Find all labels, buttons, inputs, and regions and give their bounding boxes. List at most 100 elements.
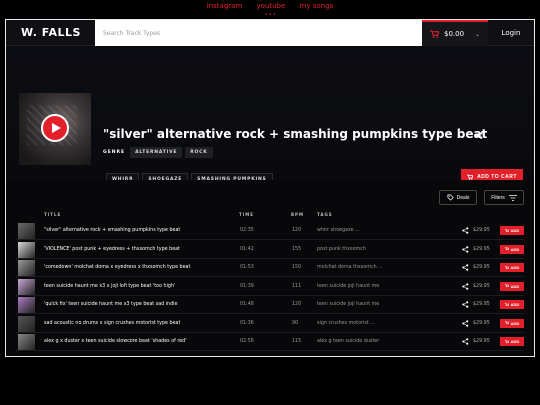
track-thumbnail[interactable]	[18, 260, 35, 276]
share-icon[interactable]	[462, 227, 469, 234]
track-row-title[interactable]: teen suicide haunt me x3 x joji lofi typ…	[44, 284, 175, 289]
youtube-link-label: youtube	[256, 2, 286, 10]
track-row-tags: sign crushes motorist ...	[317, 320, 375, 326]
table-row[interactable]: 'VIOLENCE' post punk + eyedress + thxsom…	[16, 241, 524, 259]
track-row-title[interactable]: "silver" alternative rock + smashing pum…	[44, 228, 180, 233]
login-button[interactable]: Login	[488, 20, 534, 46]
cart-icon	[504, 265, 509, 269]
logo[interactable]: W. FALLS	[21, 26, 81, 39]
track-thumbnail[interactable]	[18, 334, 35, 350]
track-row-time: 02:35	[240, 228, 254, 233]
tag-icon	[447, 194, 454, 201]
share-icon[interactable]	[462, 301, 469, 308]
share-icon[interactable]	[476, 132, 483, 139]
track-row-bpm: 155	[292, 246, 302, 252]
my-songs-link[interactable]: my songs	[300, 2, 334, 10]
track-row-price: $29.95	[473, 228, 490, 233]
col-bpm: BPM	[291, 212, 304, 217]
col-tags: TAGS	[317, 212, 333, 217]
cart-total: $0.00	[444, 30, 465, 38]
play-button[interactable]	[41, 114, 69, 142]
track-thumbnail[interactable]	[18, 278, 35, 295]
track-row-tags: teen suicide joji haunt me	[317, 302, 380, 307]
track-thumbnail[interactable]	[18, 315, 35, 332]
genre-row: GENRE ALTERNATIVE ROCK	[103, 147, 213, 158]
track-row-title[interactable]: 'VIOLENCE' post punk + eyedress + thxsom…	[44, 247, 180, 252]
track-row-title[interactable]: sad acoustic no drums x sign crushes mot…	[44, 321, 180, 326]
track-row-price: $29.95	[473, 302, 490, 307]
track-row-time: 01:39	[240, 283, 254, 289]
table-header: TITLE TIME BPM TAGS	[6, 210, 534, 220]
track-row-tags: molchat doma thxsomch ...	[317, 265, 383, 270]
cart-icon	[430, 30, 439, 38]
track-row-bpm: 115	[292, 339, 302, 344]
track-row-time: 01:53	[240, 265, 254, 270]
chevron-down-icon: ⌄	[475, 30, 481, 38]
cart-icon	[504, 339, 509, 343]
add-button[interactable]: ADD	[500, 226, 524, 235]
track-title: "silver" alternative rock + smashing pum…	[103, 127, 488, 141]
cart-icon	[504, 247, 509, 250]
track-cover-art[interactable]	[19, 93, 91, 165]
cart-icon	[504, 321, 509, 324]
navbar: W. FALLS $0.00 ⌄ Login	[6, 20, 534, 46]
share-icon[interactable]	[462, 264, 469, 271]
share-icon[interactable]	[462, 338, 469, 345]
track-row-price: $29.95	[473, 246, 490, 252]
track-row-tags: whirr shoegaze ...	[317, 228, 360, 233]
instagram-link[interactable]: instagram	[207, 2, 243, 10]
col-title: TITLE	[44, 212, 62, 217]
add-button-label: ADD	[510, 265, 520, 270]
add-button-label: ADD	[510, 246, 520, 252]
add-button[interactable]: ADD	[500, 337, 524, 346]
genre-tag[interactable]: ALTERNATIVE	[130, 147, 183, 158]
player-frame: W. FALLS $0.00 ⌄ Login "silver" alternat…	[5, 19, 535, 357]
add-button[interactable]: ADD	[500, 244, 524, 254]
deals-button[interactable]: Deals	[439, 190, 477, 205]
track-row-tags: post punk thxsomch	[317, 246, 366, 252]
track-row-price: $29.95	[473, 320, 490, 326]
table-row[interactable]: 'comedown' molchat doma x eyedress x thx…	[16, 259, 524, 277]
cart-icon	[504, 284, 509, 287]
tracklist: Deals Filters TITLE TIME BPM TAGS "silve…	[6, 180, 534, 356]
youtube-link[interactable]: youtube •••	[256, 2, 286, 18]
track-row-title[interactable]: alex g x duster x teen suicide slowcore …	[44, 339, 187, 344]
track-row-bpm: 90	[292, 320, 299, 326]
add-button[interactable]: ADD	[500, 300, 524, 309]
filters-button[interactable]: Filters	[484, 190, 524, 205]
track-row-price: $29.95	[473, 283, 490, 289]
cart-icon	[504, 302, 509, 306]
add-button[interactable]: ADD	[500, 263, 524, 272]
active-indicator: •••	[264, 12, 277, 18]
table-row[interactable]: sad acoustic no drums x sign crushes mot…	[16, 315, 524, 333]
track-thumbnail[interactable]	[18, 223, 35, 239]
share-icon[interactable]	[462, 245, 469, 253]
share-icon[interactable]	[462, 319, 469, 327]
add-button[interactable]: ADD	[500, 281, 524, 291]
track-thumbnail[interactable]	[18, 297, 35, 313]
genre-tag[interactable]: ROCK	[185, 147, 213, 158]
track-row-title[interactable]: 'comedown' molchat doma x eyedress x thx…	[44, 265, 190, 270]
hero-section: "silver" alternative rock + smashing pum…	[6, 47, 534, 206]
track-thumbnail[interactable]	[18, 241, 35, 258]
add-button-label: ADD	[510, 320, 520, 326]
add-button-label: ADD	[510, 302, 520, 307]
track-row-time: 01:48	[240, 302, 254, 307]
table-row[interactable]: "silver" alternative rock + smashing pum…	[16, 222, 524, 240]
add-button-label: ADD	[510, 283, 520, 289]
track-row-tags: teen suicide joji haunt me	[317, 283, 380, 289]
track-row-time: 02:56	[240, 339, 254, 344]
add-button-label: ADD	[510, 339, 520, 344]
play-icon	[52, 123, 61, 133]
filter-icon	[508, 194, 517, 201]
search-input[interactable]	[95, 20, 422, 46]
table-row[interactable]: alex g x duster x teen suicide slowcore …	[16, 333, 524, 351]
table-row[interactable]: 'quick fix' teen suicide haunt me x3 typ…	[16, 296, 524, 314]
filters-label: Filters	[491, 194, 505, 201]
track-row-time: 01:42	[240, 246, 254, 252]
table-row[interactable]: teen suicide haunt me x3 x joji lofi typ…	[16, 278, 524, 296]
cart-button[interactable]: $0.00 ⌄	[422, 20, 488, 46]
add-button[interactable]: ADD	[500, 318, 524, 328]
share-icon[interactable]	[462, 282, 469, 290]
track-row-title[interactable]: 'quick fix' teen suicide haunt me x3 typ…	[44, 302, 177, 307]
